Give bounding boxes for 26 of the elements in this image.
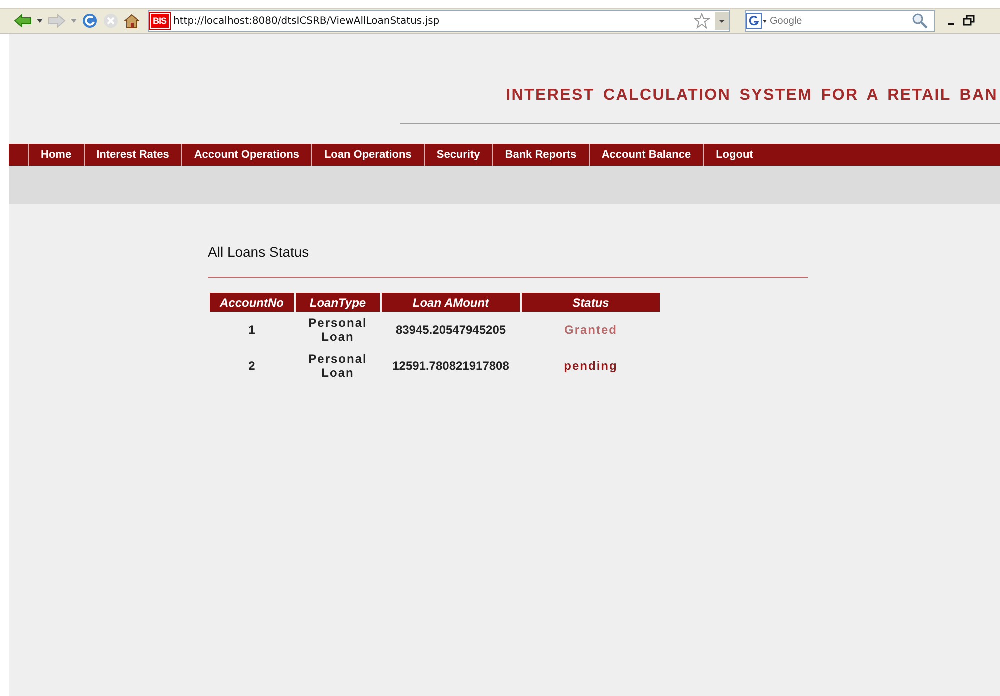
- table-cell-text: 1: [248, 322, 256, 339]
- table-cell-text: Personal Loan: [308, 315, 368, 346]
- back-arrow-icon[interactable]: [14, 14, 32, 28]
- site-title: INTEREST CALCULATION SYSTEM FOR A RETAIL BAN: [506, 86, 998, 102]
- dropdown-icon[interactable]: [37, 19, 43, 23]
- table-cell-text: 83945.20547945205: [394, 322, 508, 339]
- search-icon[interactable]: [912, 13, 928, 29]
- google-g-icon[interactable]: [746, 13, 768, 29]
- table-cell-text: Personal Loan: [308, 351, 368, 382]
- status-text: pending: [564, 359, 618, 373]
- column-header: Status: [522, 293, 660, 312]
- page-heading: All Loans Status: [208, 244, 310, 260]
- dropdown-icon[interactable]: [715, 12, 729, 30]
- status-text: Granted: [564, 323, 618, 337]
- address-bar[interactable]: BIS http://localhost:8080/dtsICSRB/ViewAllLoanStatus.jsp: [148, 10, 730, 32]
- table-cell-text: 12591.780821917808: [392, 358, 510, 375]
- reload-icon[interactable]: [82, 13, 98, 29]
- column-header: Loan AMount: [382, 293, 520, 312]
- table-cell-text: 2: [248, 358, 256, 375]
- column-header: AccountNo: [210, 293, 294, 312]
- star-icon[interactable]: [694, 13, 710, 29]
- restore-icon[interactable]: [963, 15, 975, 27]
- home-icon[interactable]: [124, 13, 140, 29]
- column-header: LoanType: [296, 293, 380, 312]
- search-bar[interactable]: Google: [745, 10, 935, 32]
- site-favicon: BIS: [150, 13, 170, 29]
